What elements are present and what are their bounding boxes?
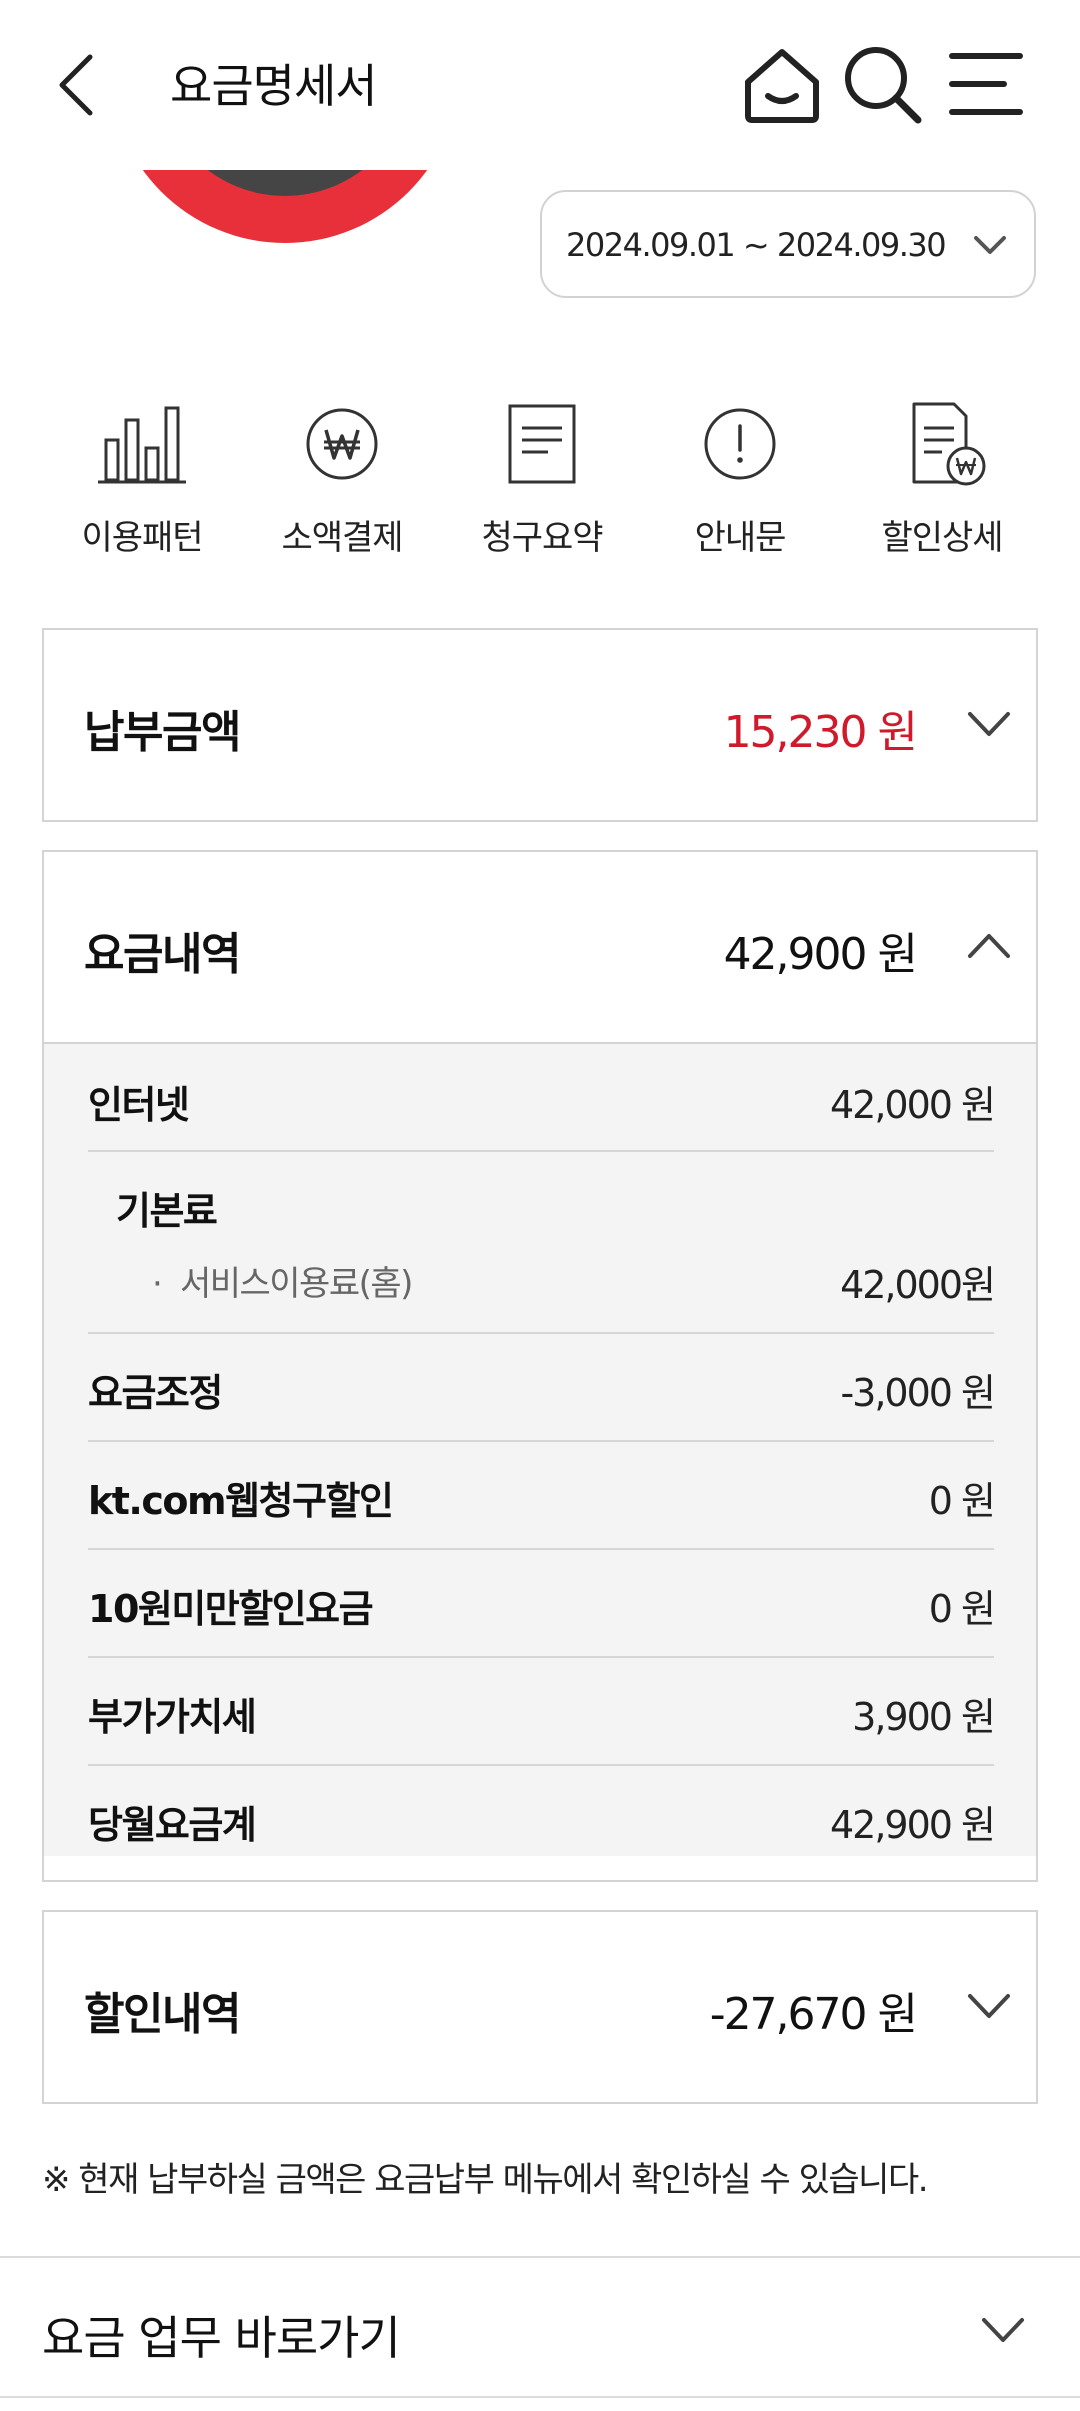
quick-menu-notice[interactable]: 안내문: [650, 400, 830, 570]
document-icon: [508, 404, 576, 484]
quick-menu-label: 할인상세: [881, 518, 1003, 558]
billing-shortcut-accordion[interactable]: 요금 업무 바로가기: [0, 2258, 1080, 2398]
chevron-left-icon: [59, 54, 93, 116]
billing-shortcut-title: 요금 업무 바로가기: [42, 2311, 401, 2365]
quick-menu-usage-pattern[interactable]: 이용패턴: [52, 400, 232, 570]
chevron-down-icon: [968, 712, 1010, 736]
chevron-down-icon: [982, 2318, 1024, 2342]
back-button[interactable]: [50, 45, 110, 125]
charge-subitem-label: · 서비스이용료(홈): [152, 1264, 414, 1304]
chevron-up-icon: [968, 934, 1010, 958]
payment-notice: ※ 현재 납부하실 금액은 요금납부 메뉴에서 확인하실 수 있습니다.: [42, 2160, 929, 2200]
quick-menu-micropayment[interactable]: 소액결제: [252, 400, 432, 570]
charge-row-web-bill-discount: kt.com웹청구할인 0 원: [88, 1442, 996, 1550]
quick-menu-label: 이용패턴: [81, 518, 203, 558]
discounts-card[interactable]: 할인내역 -27,670 원: [42, 1910, 1038, 2104]
charge-row-basic-fee: 기본료 · 서비스이용료(홈) 42,000원: [88, 1152, 996, 1334]
quick-menu-bill-summary[interactable]: 청구요약: [452, 400, 632, 570]
chevron-down-icon: [968, 1994, 1010, 2018]
quick-menu-label: 청구요약: [481, 518, 603, 558]
payment-amount-card[interactable]: 납부금액 15,230 원: [42, 628, 1038, 822]
search-button[interactable]: [840, 42, 924, 126]
payment-amount-value: 15,230 원: [723, 707, 918, 758]
search-icon: [845, 47, 922, 124]
charge-label: 10원미만할인요금: [88, 1587, 374, 1631]
charge-value: 42,900 원: [829, 1803, 996, 1847]
charges-detail-list: 인터넷 42,000 원 기본료 · 서비스이용료(홈) 42,000원 요금조…: [44, 1042, 1036, 1856]
period-select[interactable]: 2024.09.01 ~ 2024.09.30: [540, 190, 1036, 298]
charges-card: 요금내역 42,900 원 인터넷 42,000 원 기본료 · 서비스이용료(…: [42, 850, 1038, 1882]
charge-label: kt.com웹청구할인: [88, 1479, 394, 1523]
charges-header[interactable]: 요금내역 42,900 원: [44, 852, 1036, 1042]
charge-value: 0 원: [928, 1479, 996, 1523]
section-divider: [0, 2396, 1080, 2398]
charge-group-label: 기본료: [116, 1189, 218, 1233]
chevron-down-icon: [974, 236, 1006, 254]
page-title: 요금명세서: [170, 59, 378, 113]
charges-title: 요금내역: [84, 929, 241, 980]
charge-subitem-text: 서비스이용료(홈): [179, 1264, 414, 1304]
charge-row-adjustment: 요금조정 -3,000 원: [88, 1334, 996, 1442]
app-header: 요금명세서: [0, 0, 1080, 170]
period-value: 2024.09.01 ~ 2024.09.30: [566, 226, 947, 264]
payment-amount-header[interactable]: 납부금액 15,230 원: [44, 630, 1036, 820]
charge-value: 3,900 원: [852, 1695, 996, 1739]
payment-amount-title: 납부금액: [84, 707, 241, 758]
charge-label: 당월요금계: [88, 1803, 257, 1847]
won-coin-icon: [306, 408, 378, 480]
discounts-amount: -27,670 원: [709, 1989, 918, 2040]
quick-menu-label: 안내문: [694, 518, 787, 558]
menu-button[interactable]: [944, 42, 1028, 126]
home-button[interactable]: [740, 42, 824, 126]
charge-row-vat: 부가가치세 3,900 원: [88, 1658, 996, 1766]
charge-label: 부가가치세: [88, 1695, 257, 1739]
charge-value: 0 원: [928, 1587, 996, 1631]
notice-icon: [704, 408, 776, 480]
charge-label: 요금조정: [88, 1371, 223, 1415]
charge-row-monthly-total: 당월요금계 42,900 원: [88, 1766, 996, 1856]
hamburger-menu-icon: [949, 53, 1023, 115]
home-icon: [745, 49, 819, 123]
charges-total: 42,900 원: [723, 929, 918, 980]
quick-menu-label: 소액결제: [281, 518, 403, 558]
charge-row-under-10-won-discount: 10원미만할인요금 0 원: [88, 1550, 996, 1658]
charge-value: 42,000 원: [829, 1083, 996, 1127]
discounts-header[interactable]: 할인내역 -27,670 원: [44, 1912, 1036, 2102]
quick-menu-discount-detail[interactable]: 할인상세: [852, 400, 1032, 570]
charge-value: 42,000원: [840, 1263, 996, 1307]
bar-chart-icon: [98, 406, 186, 484]
charge-value: -3,000 원: [840, 1371, 996, 1415]
quick-menu: 이용패턴 소액결제 청구요약 안내문 할인상세: [0, 400, 1080, 570]
discount-document-icon: [912, 402, 986, 486]
discounts-title: 할인내역: [84, 1989, 241, 2040]
charge-label: 인터넷: [88, 1083, 190, 1127]
charge-row-internet: 인터넷 42,000 원: [88, 1044, 996, 1152]
